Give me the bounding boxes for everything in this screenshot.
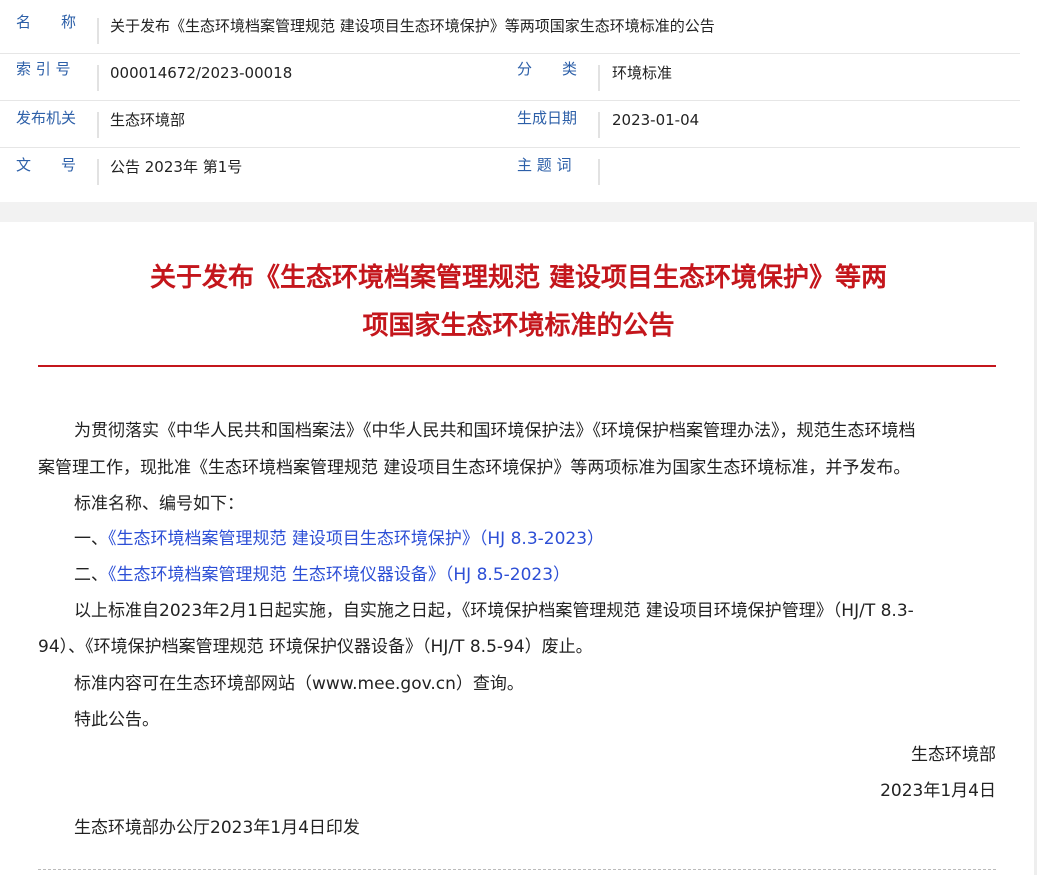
standards-list-intro: 标准名称、编号如下： (74, 494, 244, 514)
section-divider-band (0, 202, 1037, 222)
standard-item-1-prefix: 一、 (74, 529, 108, 549)
subject-label: 主 题 词 (517, 156, 572, 174)
category-label: 分 类 (517, 60, 578, 78)
index-value: 000014672/2023-00018 (110, 64, 293, 82)
standard-item-2-prefix: 二、 (74, 565, 108, 585)
separator (97, 65, 99, 91)
docno-label: 文 号 (16, 156, 77, 174)
closing-paragraph: 特此公告。 (74, 710, 159, 730)
intro-paragraph-line-2: 案管理工作，现批准《生态环境档案管理规范 建设项目生态环境保护》等两项标准为国家… (38, 458, 911, 478)
date-label: 生成日期 (517, 109, 578, 127)
website-paragraph: 标准内容可在生态环境部网站（www.mee.gov.cn）查询。 (74, 674, 524, 694)
issuance-note: 生态环境部办公厅2023年1月4日印发 (74, 818, 360, 838)
separator (97, 112, 99, 138)
effective-paragraph-line-1: 以上标准自2023年2月1日起实施，自实施之日起，《环境保护档案管理规范 建设项… (74, 601, 914, 621)
name-label: 名 称 (16, 13, 77, 31)
issuer-label: 发布机关 (16, 109, 77, 127)
index-label: 索 引 号 (16, 60, 71, 78)
standard-item-1-link[interactable]: 《生态环境档案管理规范 建设项目生态环境保护》（HJ 8.3-2023） (108, 529, 604, 549)
separator (97, 18, 99, 44)
standard-item-2-link[interactable]: 《生态环境档案管理规范 生态环境仪器设备》（HJ 8.5-2023） (108, 565, 570, 585)
signature-ministry: 生态环境部 (911, 745, 996, 765)
separator (97, 159, 99, 185)
issuer-value: 生态环境部 (110, 111, 186, 129)
document-metadata-table: 名 称 关于发布《生态环境档案管理规范 建设项目生态环境保护》等两项国家生态环境… (0, 0, 1037, 205)
standard-item-2: 二、《生态环境档案管理规范 生态环境仪器设备》（HJ 8.5-2023） (74, 560, 570, 585)
article-title-line-1: 关于发布《生态环境档案管理规范 建设项目生态环境保护》等两 (149, 263, 888, 293)
separator (598, 112, 600, 138)
category-value: 环境标准 (612, 64, 673, 82)
docno-value: 公告 2023年 第1号 (110, 158, 243, 176)
intro-paragraph-line-1: 为贯彻落实《中华人民共和国档案法》《中华人民共和国环境保护法》《环境保护档案管理… (74, 421, 916, 441)
name-value: 关于发布《生态环境档案管理规范 建设项目生态环境保护》等两项国家生态环境标准的公… (110, 17, 715, 35)
effective-paragraph-line-2: 94）、《环境保护档案管理规范 环境保护仪器设备》（HJ/T 8.5-94）废止… (38, 637, 593, 657)
separator (598, 65, 600, 91)
standard-item-1: 一、《生态环境档案管理规范 建设项目生态环境保护》（HJ 8.3-2023） (74, 524, 604, 549)
footer-dashed-rule (38, 869, 996, 870)
signature-date: 2023年1月4日 (880, 781, 996, 801)
date-value: 2023-01-04 (612, 111, 700, 129)
meta-row-docno: 文 号 公告 2023年 第1号 主 题 词 (0, 147, 1020, 194)
title-underline-rule (38, 365, 996, 367)
article-title-line-2: 项国家生态环境标准的公告 (362, 311, 675, 341)
separator (598, 159, 600, 185)
